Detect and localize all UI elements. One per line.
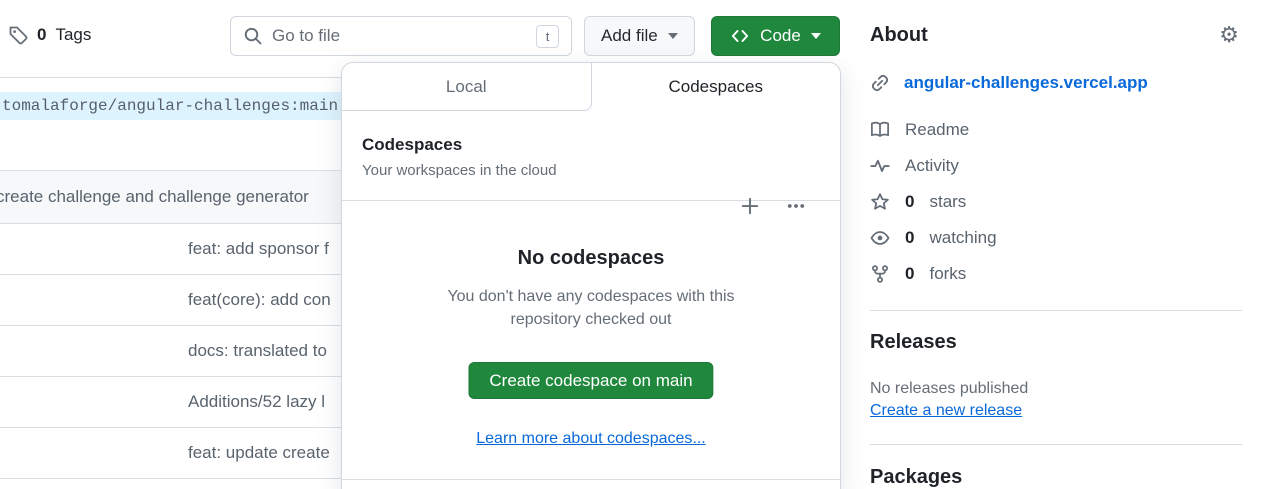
website-link-row[interactable]: angular-challenges.vercel.app: [870, 73, 1148, 93]
empty-state-description-line2: repository checked out: [342, 308, 840, 331]
tags-link[interactable]: 0 Tags: [8, 25, 91, 45]
codespaces-subtitle: Your workspaces in the cloud: [362, 162, 820, 179]
packages-title: Packages: [870, 466, 962, 489]
codespaces-actions: [740, 196, 806, 216]
sidebar-item-forks[interactable]: 0 forks: [870, 263, 997, 284]
tab-local-label: Local: [446, 77, 487, 97]
search-icon: [243, 26, 263, 46]
repo-page: 0 Tags t Add file Code tomalaforge/angul…: [0, 0, 1278, 489]
forks-label: forks: [929, 264, 966, 284]
codespaces-options-button[interactable]: [786, 196, 806, 216]
pulse-icon: [870, 156, 890, 176]
empty-state-title: No codespaces: [342, 247, 840, 270]
add-file-label: Add file: [601, 26, 658, 46]
watching-label: watching: [929, 228, 996, 248]
fork-icon: [870, 264, 890, 284]
learn-more-row: Learn more about codespaces...: [342, 430, 840, 448]
tab-codespaces-label: Codespaces: [668, 77, 763, 97]
code-button[interactable]: Code: [711, 16, 840, 56]
stars-label: stars: [929, 192, 966, 212]
chevron-down-icon: [811, 33, 821, 39]
learn-more-link[interactable]: Learn more about codespaces...: [476, 430, 705, 447]
commit-message-link[interactable]: feat(core): add con: [188, 290, 331, 310]
activity-label: Activity: [905, 156, 959, 176]
code-dropdown-panel: Local Codespaces Codespaces Your workspa…: [341, 62, 841, 489]
code-dropdown-tabs: Local Codespaces: [342, 63, 840, 111]
tab-local[interactable]: Local: [342, 63, 592, 111]
book-icon: [870, 120, 890, 140]
add-file-button[interactable]: Add file: [584, 16, 695, 56]
codespaces-title: Codespaces: [362, 135, 820, 155]
link-icon: [870, 73, 890, 93]
commit-message-link[interactable]: feat: add sponsor f: [188, 239, 329, 259]
about-links: Readme Activity 0 stars: [870, 119, 997, 299]
commit-message-link[interactable]: Additions/52 lazy l: [188, 392, 325, 412]
eye-icon: [870, 228, 890, 248]
divider: [870, 310, 1242, 311]
repo-sidebar: About ⚙ angular-challenges.vercel.app: [870, 0, 1242, 489]
sidebar-item-watching[interactable]: 0 watching: [870, 227, 997, 248]
watching-count: 0: [905, 228, 914, 248]
branch-ref-chip: tomalaforge/angular-challenges:main: [0, 92, 348, 120]
plus-icon: [740, 196, 760, 216]
search-shortcut-key: t: [536, 25, 559, 48]
releases-title: Releases: [870, 331, 957, 354]
star-icon: [870, 192, 890, 212]
empty-state-description-line1: You don't have any codespaces with this: [342, 285, 840, 308]
go-to-file-search[interactable]: t: [230, 16, 572, 56]
chevron-down-icon: [668, 33, 678, 39]
create-codespace-button[interactable]: Create codespace on main: [468, 362, 713, 399]
tag-icon: [8, 25, 28, 45]
readme-label: Readme: [905, 120, 969, 140]
divider: [870, 444, 1242, 445]
branch-status-bar: tomalaforge/angular-challenges:main .: [0, 92, 362, 120]
codespaces-header: Codespaces Your workspaces in the cloud: [342, 111, 840, 201]
new-codespace-button[interactable]: [740, 196, 760, 216]
stars-count: 0: [905, 192, 914, 212]
sidebar-item-stars[interactable]: 0 stars: [870, 191, 997, 212]
about-title: About: [870, 24, 928, 47]
search-input[interactable]: [272, 26, 527, 46]
gear-icon[interactable]: ⚙: [1219, 25, 1239, 45]
commit-message-link[interactable]: feat: update create: [188, 443, 330, 463]
website-url[interactable]: angular-challenges.vercel.app: [904, 73, 1148, 93]
commit-message-link[interactable]: docs: translated to: [188, 341, 327, 361]
tags-label: Tags: [55, 25, 91, 45]
forks-count: 0: [905, 264, 914, 284]
tab-codespaces[interactable]: Codespaces: [592, 63, 841, 111]
tags-count: 0: [37, 25, 46, 45]
releases-empty-text: No releases published: [870, 380, 1028, 398]
divider: [0, 77, 362, 78]
create-release-link[interactable]: Create a new release: [870, 402, 1022, 420]
sidebar-item-activity[interactable]: Activity: [870, 155, 997, 176]
divider: [342, 479, 840, 480]
empty-state-description: You don't have any codespaces with this …: [342, 285, 840, 331]
code-button-label: Code: [760, 26, 801, 46]
code-icon: [730, 26, 750, 46]
latest-commit-message[interactable]: create challenge and challenge generator: [0, 187, 309, 207]
kebab-horizontal-icon: [786, 196, 806, 216]
sidebar-item-readme[interactable]: Readme: [870, 119, 997, 140]
